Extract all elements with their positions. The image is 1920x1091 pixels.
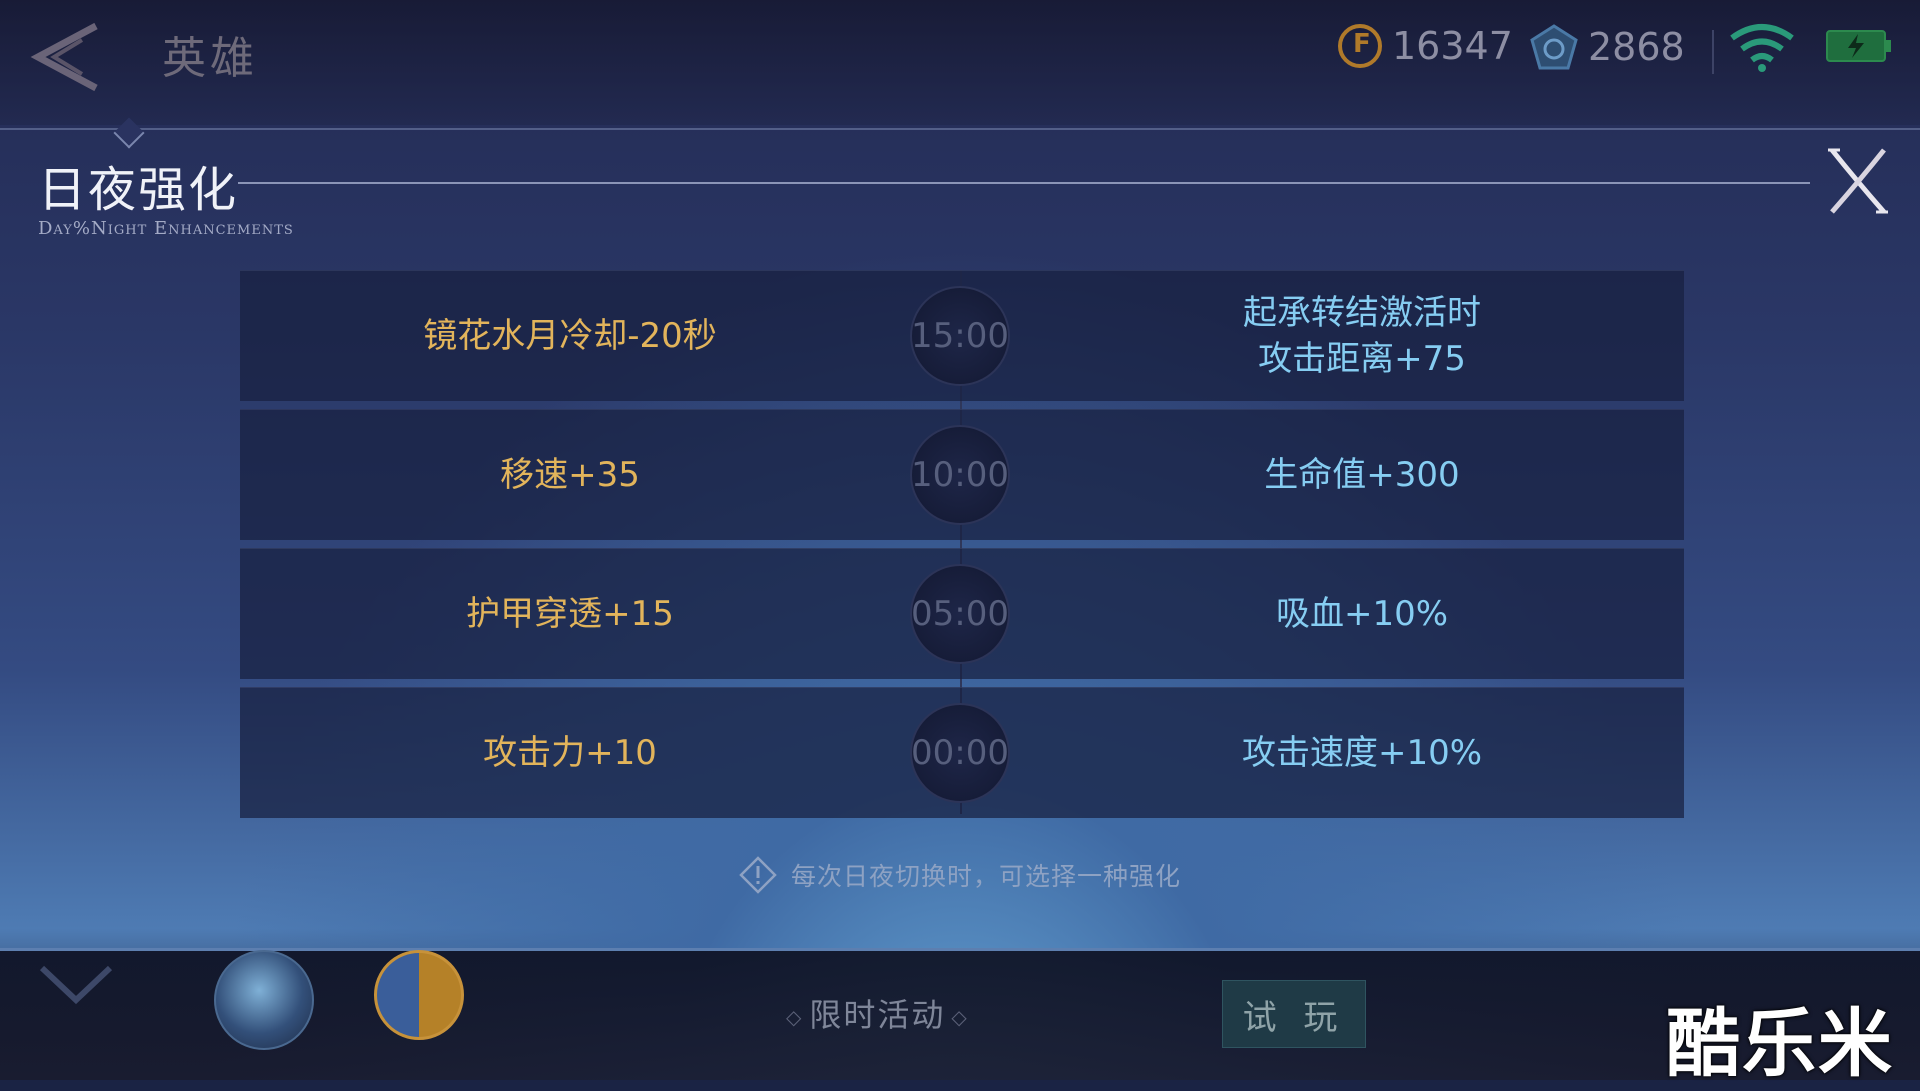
battery-charging-icon <box>1826 30 1891 62</box>
hero-skin-avatar[interactable] <box>374 950 464 1040</box>
hero-skin-avatar[interactable] <box>214 950 314 1050</box>
table-row: 镜花水月冷却-20秒 15:00 起承转结激活时 攻击距离+75 <box>240 270 1684 401</box>
divider <box>1712 30 1714 74</box>
panel-subtitle: Day%Night Enhancements <box>38 218 294 239</box>
night-enhancement: 起承转结激活时 攻击距离+75 <box>1243 293 1481 379</box>
wifi-icon <box>1730 24 1794 72</box>
time-marker: 00:00 <box>910 703 1010 803</box>
gem-currency: 2868 <box>1530 24 1685 70</box>
hint-row: 每次日夜切换时，可选择一种强化 <box>0 856 1920 894</box>
gold-coin-icon <box>1338 24 1382 68</box>
night-enhancement: 攻击速度+10% <box>1241 733 1483 773</box>
table-row: 护甲穿透+15 05:00 吸血+10% <box>240 548 1684 679</box>
time-marker: 15:00 <box>910 286 1010 386</box>
gem-amount: 2868 <box>1588 25 1685 69</box>
trial-button[interactable]: 试 玩 <box>1222 980 1366 1048</box>
day-enhancement: 移速+35 <box>500 455 640 495</box>
info-diamond-icon <box>739 856 777 894</box>
limited-event-label[interactable]: 限时活动 <box>780 990 975 1036</box>
back-arrow-icon[interactable] <box>26 18 106 96</box>
header-divider <box>0 128 1920 130</box>
gold-currency: 16347 <box>1338 24 1513 68</box>
bottom-divider <box>0 948 1920 951</box>
title-rule <box>238 182 1810 184</box>
top-bar: 英雄 16347 2868 <box>0 0 1920 125</box>
page-title: 英雄 <box>162 33 258 84</box>
time-marker: 10:00 <box>910 425 1010 525</box>
panel-title: 日夜强化 <box>38 162 239 218</box>
night-enhancement: 生命值+300 <box>1264 455 1460 495</box>
day-enhancement: 攻击力+10 <box>483 733 657 773</box>
gold-amount: 16347 <box>1392 24 1513 68</box>
day-enhancement: 护甲穿透+15 <box>466 594 674 634</box>
watermark: 酷乐米 <box>1666 1001 1894 1087</box>
night-enhancement: 吸血+10% <box>1275 594 1449 634</box>
enhancement-table: 镜花水月冷却-20秒 15:00 起承转结激活时 攻击距离+75 移速+35 1… <box>240 270 1684 826</box>
close-icon[interactable] <box>1826 146 1890 216</box>
day-enhancement: 镜花水月冷却-20秒 <box>423 316 717 356</box>
time-marker: 05:00 <box>910 564 1010 664</box>
gem-icon <box>1530 24 1578 70</box>
table-row: 移速+35 10:00 生命值+300 <box>240 409 1684 540</box>
hint-text: 每次日夜切换时，可选择一种强化 <box>790 862 1181 891</box>
table-row: 攻击力+10 00:00 攻击速度+10% <box>240 687 1684 818</box>
chevron-down-icon[interactable] <box>36 960 116 1010</box>
